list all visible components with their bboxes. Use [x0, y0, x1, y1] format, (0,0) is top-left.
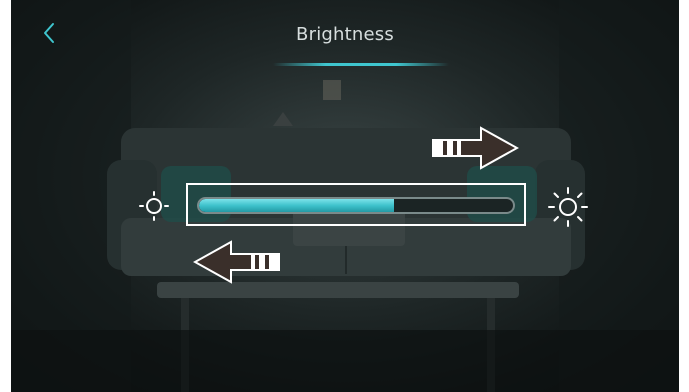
brightness-slider-fill [199, 199, 394, 212]
title-underline [273, 63, 449, 66]
sun-bright-icon [548, 187, 588, 227]
arrow-left-icon [193, 240, 280, 284]
page-title: Brightness [296, 24, 394, 45]
arrow-right-icon [432, 126, 519, 170]
brightness-slider-highlight [186, 183, 526, 226]
brightness-screen: Brightness [11, 0, 679, 392]
brightness-slider[interactable] [197, 197, 515, 214]
sun-dim-icon [139, 191, 169, 221]
